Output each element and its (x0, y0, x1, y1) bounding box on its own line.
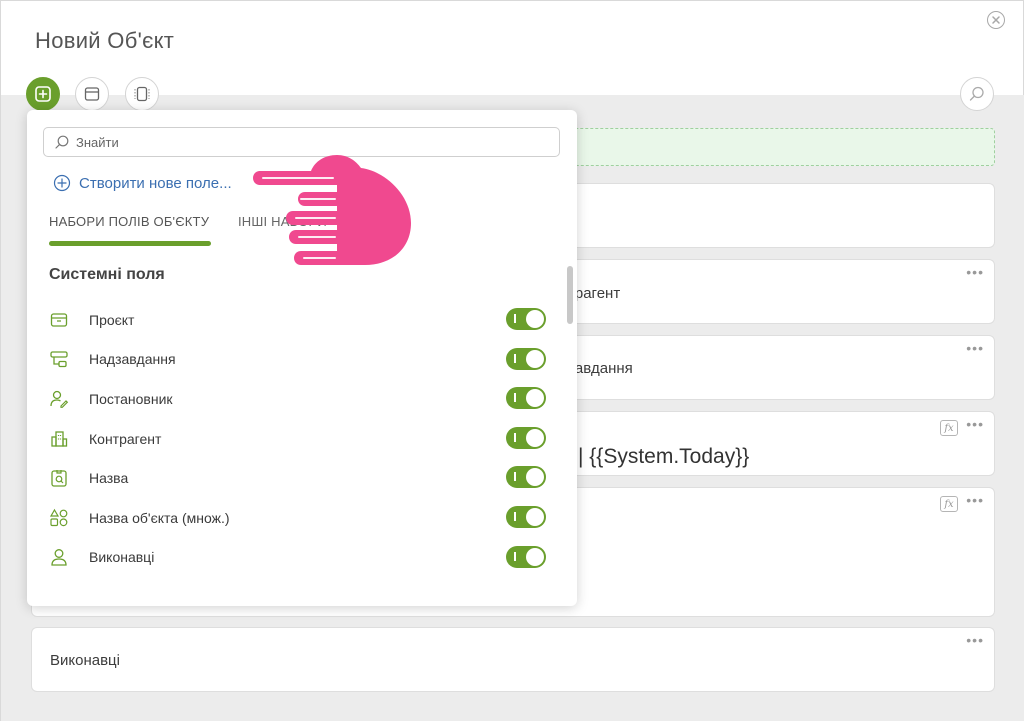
field-label: Виконавці (89, 549, 155, 566)
field-toggle[interactable] (506, 466, 546, 489)
field-picker-panel: Створити нове поле... НАБОРИ ПОЛІВ ОБ'ЄК… (27, 110, 577, 606)
search-button[interactable] (960, 77, 994, 111)
field-toggle[interactable] (506, 505, 546, 528)
list-item-project[interactable]: Проєкт (49, 300, 546, 340)
more-options-button[interactable]: ••• (966, 632, 984, 648)
field-label: Назва об'єкта (множ.) (89, 509, 230, 526)
tab-other-sets[interactable]: ІНШІ НАБОРИ (238, 214, 327, 229)
close-icon (992, 16, 1000, 24)
system-fields-list: Проєкт Надзавдання Постановник Контраген… (49, 300, 546, 577)
plus-square-icon (35, 86, 51, 102)
list-item-parent-task[interactable]: Надзавдання (49, 340, 546, 380)
field-label: Виконавці (50, 652, 120, 669)
shapes-icon (49, 507, 77, 529)
project-box-icon (49, 309, 77, 331)
formula-icon[interactable]: fx (940, 496, 958, 512)
field-label: Проєкт (89, 311, 135, 328)
layout-button[interactable] (75, 77, 109, 111)
building-icon (49, 428, 77, 450)
more-options-button[interactable]: ••• (966, 340, 984, 356)
window-title: Новий Об'єкт (35, 28, 175, 53)
search-input[interactable] (76, 134, 536, 150)
form-field-card-assignees[interactable]: Виконавці ••• (31, 627, 995, 692)
create-new-field-link[interactable]: Створити нове поле... (53, 174, 232, 192)
sidebar-icon (134, 86, 150, 102)
more-options-button[interactable]: ••• (966, 264, 984, 280)
list-item-assignees[interactable]: Виконавці (49, 538, 546, 578)
parent-task-icon (49, 348, 77, 370)
field-toggle[interactable] (506, 545, 546, 568)
new-object-window: Новий Об'єкт трагент ••• завдання ••• | … (0, 0, 1024, 721)
field-label: Назва (89, 470, 129, 487)
person-icon (49, 546, 77, 568)
formula-icon[interactable]: fx (940, 420, 958, 436)
panel-scrollbar[interactable] (567, 266, 573, 324)
create-new-field-label: Створити нове поле... (79, 174, 232, 192)
add-field-button[interactable] (26, 77, 60, 111)
section-title: Системні поля (49, 266, 165, 283)
more-options-button[interactable]: ••• (966, 416, 984, 432)
search-icon (969, 86, 984, 101)
search-icon (55, 135, 69, 149)
field-label: Постановник (89, 390, 173, 407)
formula-text: | {{System.Today}} (578, 445, 750, 468)
plus-circle-icon (53, 174, 71, 192)
field-label: Надзавдання (89, 351, 176, 368)
field-label: завдання (568, 360, 633, 377)
field-label: Контрагент (89, 430, 162, 447)
layout-icon (84, 87, 100, 101)
list-item-name[interactable]: Назва (49, 458, 546, 498)
list-item-author[interactable]: Постановник (49, 379, 546, 419)
field-toggle[interactable] (506, 347, 546, 370)
close-button[interactable] (987, 11, 1005, 29)
panel-button[interactable] (125, 77, 159, 111)
field-toggle[interactable] (506, 308, 546, 330)
list-item-counterparty[interactable]: Контрагент (49, 419, 546, 459)
tab-object-field-sets[interactable]: НАБОРИ ПОЛІВ ОБ'ЄКТУ (49, 214, 209, 229)
name-tag-icon (49, 467, 77, 489)
panel-search-box[interactable] (43, 127, 560, 157)
user-edit-icon (49, 388, 77, 410)
active-tab-indicator (49, 241, 211, 246)
field-toggle[interactable] (506, 387, 546, 410)
field-toggle[interactable] (506, 426, 546, 449)
list-item-object-name-plural[interactable]: Назва об'єкта (множ.) (49, 498, 546, 538)
more-options-button[interactable]: ••• (966, 492, 984, 508)
